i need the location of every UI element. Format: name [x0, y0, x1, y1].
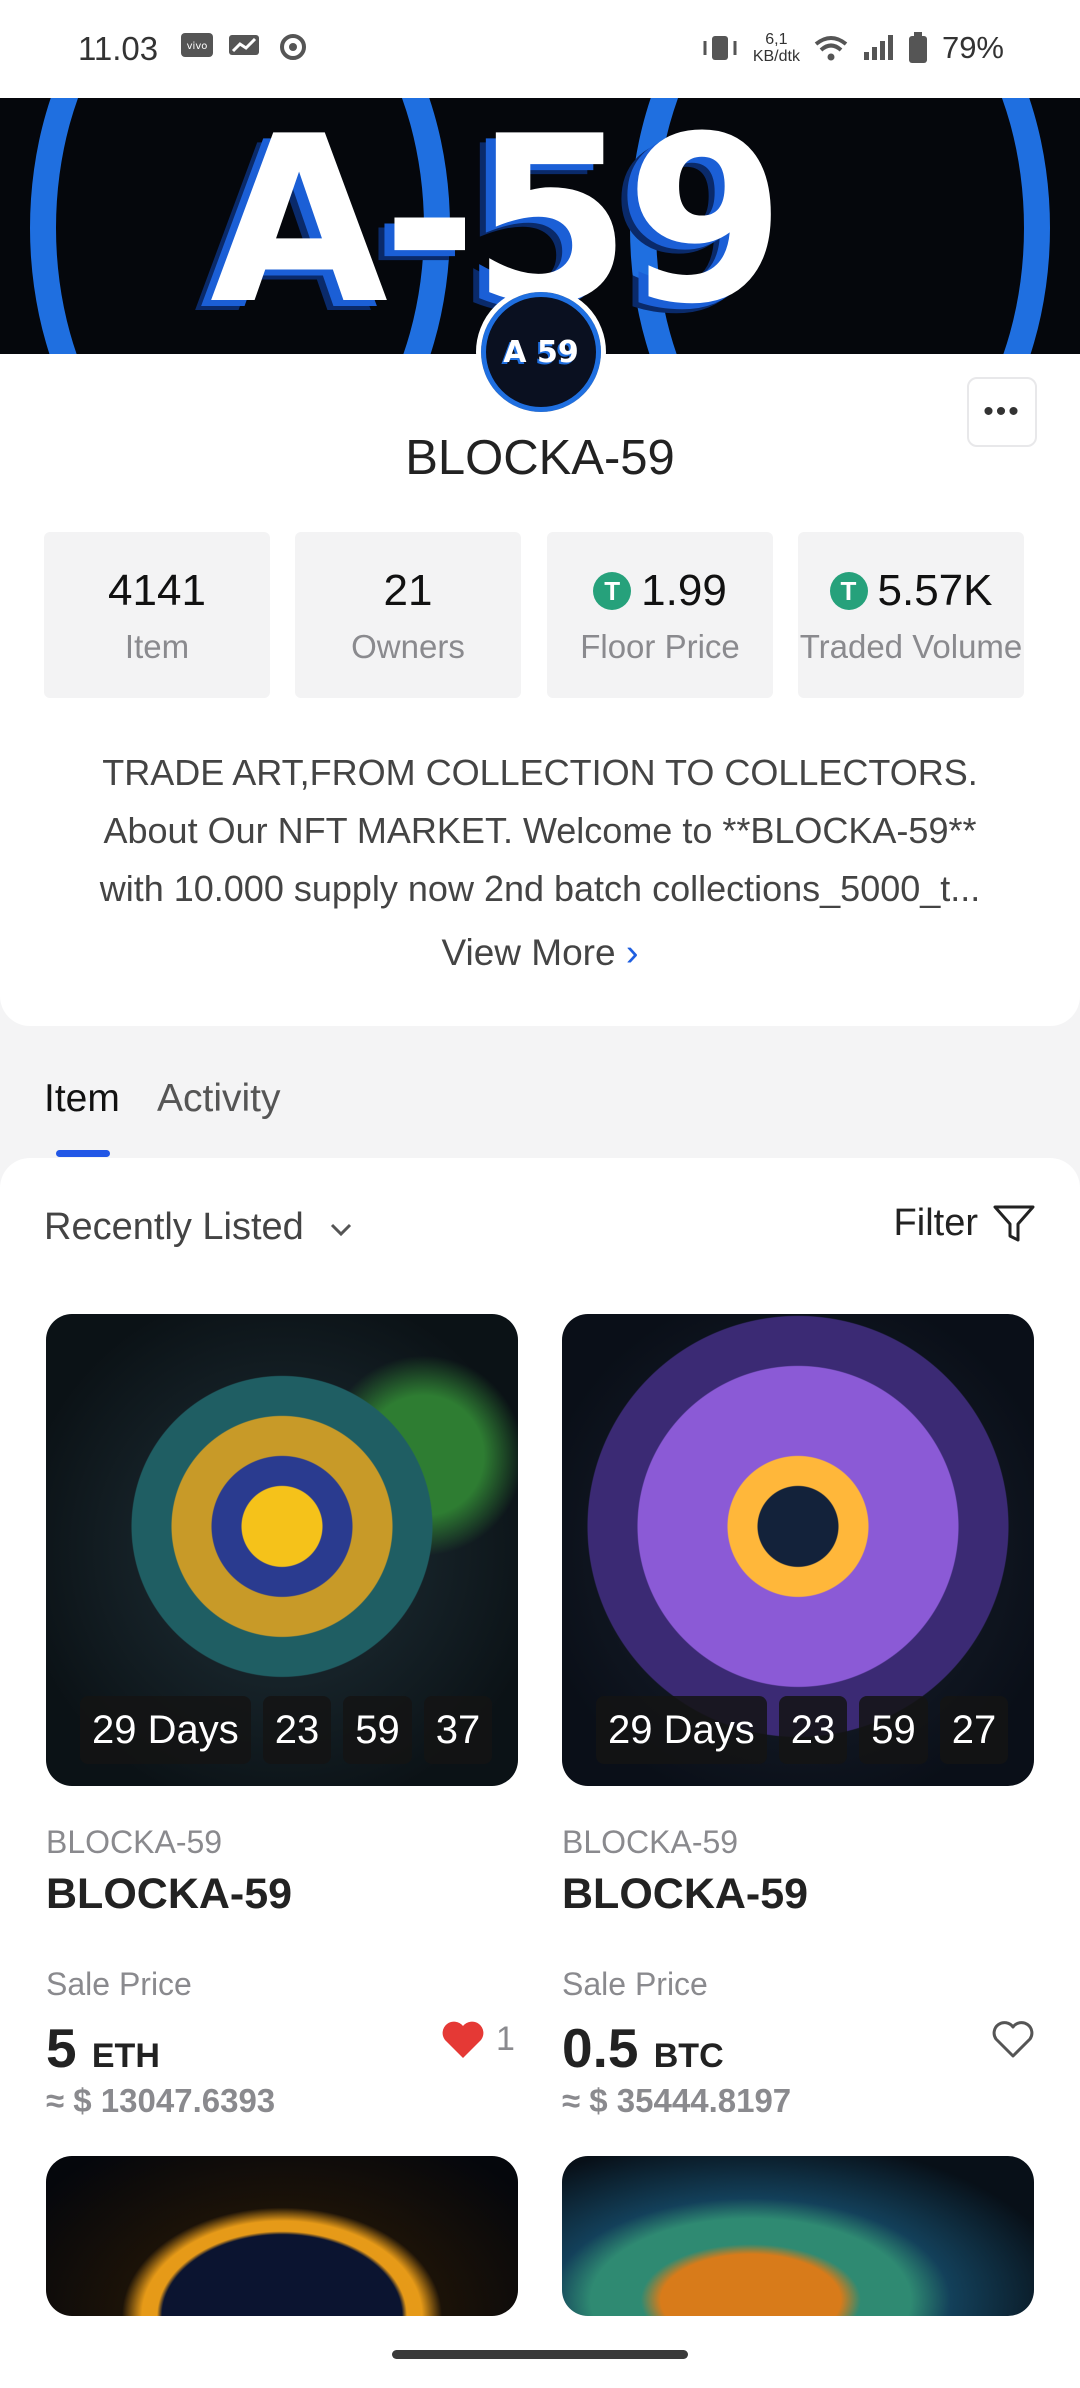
like-button[interactable] — [990, 2018, 1036, 2060]
view-more-label: View More — [441, 932, 616, 973]
stat-traded-volume: T 5.57K Traded Volume — [798, 532, 1024, 698]
net-speed-unit: KB/dtk — [752, 48, 800, 65]
price-currency: ETH — [91, 2037, 160, 2075]
sale-price-label: Sale Price — [562, 1966, 708, 2002]
sort-label: Recently Listed — [44, 1206, 304, 1248]
status-time: 11.03 — [78, 30, 159, 67]
filter-label: Filter — [893, 1202, 978, 1244]
stat-items-value: 4141 — [108, 566, 206, 615]
nft-image[interactable] — [46, 2156, 518, 2316]
stat-owners-label: Owners — [351, 628, 465, 665]
nft-image[interactable]: 29 Days 23 59 27 — [562, 1314, 1034, 1786]
countdown-timer: 29 Days 23 59 37 — [80, 1696, 493, 1764]
price-value: 0.5 — [562, 2017, 639, 2079]
nft-image[interactable] — [562, 2156, 1034, 2316]
timer-seconds: 37 — [423, 1696, 493, 1764]
battery-icon — [908, 32, 927, 63]
ellipsis-icon: ••• — [983, 395, 1021, 428]
timer-seconds: 27 — [939, 1696, 1009, 1764]
usd-equivalent: ≈ $ 13047.6393 — [46, 2082, 276, 2119]
tether-icon: T — [593, 572, 632, 610]
timer-hours: 23 — [778, 1696, 848, 1764]
stat-floor-price: T 1.99 Floor Price — [547, 532, 773, 698]
avatar-text: A 59 — [503, 334, 579, 370]
description-line: with 10.000 supply now 2nd batch collect… — [99, 868, 981, 909]
home-indicator[interactable] — [392, 2350, 688, 2359]
sort-dropdown[interactable]: Recently Listed — [44, 1206, 354, 1249]
sale-price-label: Sale Price — [46, 1966, 192, 2002]
chart-icon — [229, 35, 259, 55]
collection-description: TRADE ART,FROM COLLECTION TO COLLECTORS.… — [40, 744, 1040, 918]
sync-icon — [280, 34, 306, 60]
timer-days: 29 Days — [596, 1696, 767, 1764]
stat-floor-label: Floor Price — [580, 628, 740, 665]
filter-icon — [993, 1205, 1035, 1241]
stat-items: 4141 Item — [44, 532, 270, 698]
price-currency: BTC — [653, 2037, 724, 2075]
tab-active-indicator — [56, 1150, 110, 1157]
item-price: 5 ETH — [46, 2016, 160, 2080]
item-price: 0.5 BTC — [562, 2016, 724, 2080]
net-speed: 6,1 KB/dtk — [753, 31, 800, 65]
countdown-timer: 29 Days 23 59 27 — [596, 1696, 1009, 1764]
stat-volume-value: 5.57K — [877, 566, 993, 615]
svg-text:vivo: vivo — [187, 41, 208, 52]
price-value: 5 — [46, 2017, 77, 2079]
timer-minutes: 59 — [859, 1696, 928, 1764]
usd-equivalent: ≈ $ 35444.8197 — [562, 2082, 792, 2119]
item-title[interactable]: BLOCKA-59 — [562, 1870, 808, 1919]
vivo-icon: vivo — [181, 33, 213, 57]
timer-minutes: 59 — [343, 1696, 412, 1764]
heart-outline-icon — [992, 2021, 1034, 2058]
item-collection-name: BLOCKA-59 — [562, 1824, 739, 1860]
like-button[interactable]: 1 — [440, 2018, 515, 2060]
view-more-link[interactable]: View More › — [0, 932, 1080, 975]
stat-volume-label: Traded Volume — [799, 628, 1023, 665]
filter-button[interactable]: Filter — [894, 1202, 1036, 1245]
heart-filled-icon — [442, 2021, 484, 2058]
battery-percent: 79% — [941, 30, 1004, 65]
description-line: About Our NFT MARKET. Welcome to **BLOCK… — [103, 810, 977, 851]
collection-avatar: A 59 — [476, 287, 606, 417]
stat-owners: 21 Owners — [295, 532, 521, 698]
stat-owners-value: 21 — [383, 566, 433, 615]
collection-title: BLOCKA-59 — [405, 431, 675, 485]
wifi-icon — [814, 36, 848, 61]
signal-icon — [863, 35, 893, 60]
tether-icon: T — [829, 572, 868, 610]
status-bar: 11.03 vivo 6,1 KB/dtk 79% — [0, 0, 1080, 98]
description-line: TRADE ART,FROM COLLECTION TO COLLECTORS. — [102, 752, 978, 793]
net-speed-value: 6,1 — [765, 31, 788, 48]
stat-items-label: Item — [124, 628, 190, 665]
tab-item[interactable]: Item — [44, 1077, 120, 1121]
stat-floor-value: 1.99 — [641, 566, 727, 615]
item-title[interactable]: BLOCKA-59 — [46, 1870, 292, 1919]
timer-days: 29 Days — [80, 1696, 251, 1764]
timer-hours: 23 — [262, 1696, 332, 1764]
vibrate-icon — [703, 36, 737, 60]
tab-activity[interactable]: Activity — [157, 1077, 281, 1121]
chevron-down-icon — [331, 1223, 352, 1237]
like-count: 1 — [496, 2019, 515, 2058]
chevron-right-icon: › — [625, 932, 639, 974]
item-collection-name: BLOCKA-59 — [46, 1824, 223, 1860]
nft-image[interactable]: 29 Days 23 59 37 — [46, 1314, 518, 1786]
